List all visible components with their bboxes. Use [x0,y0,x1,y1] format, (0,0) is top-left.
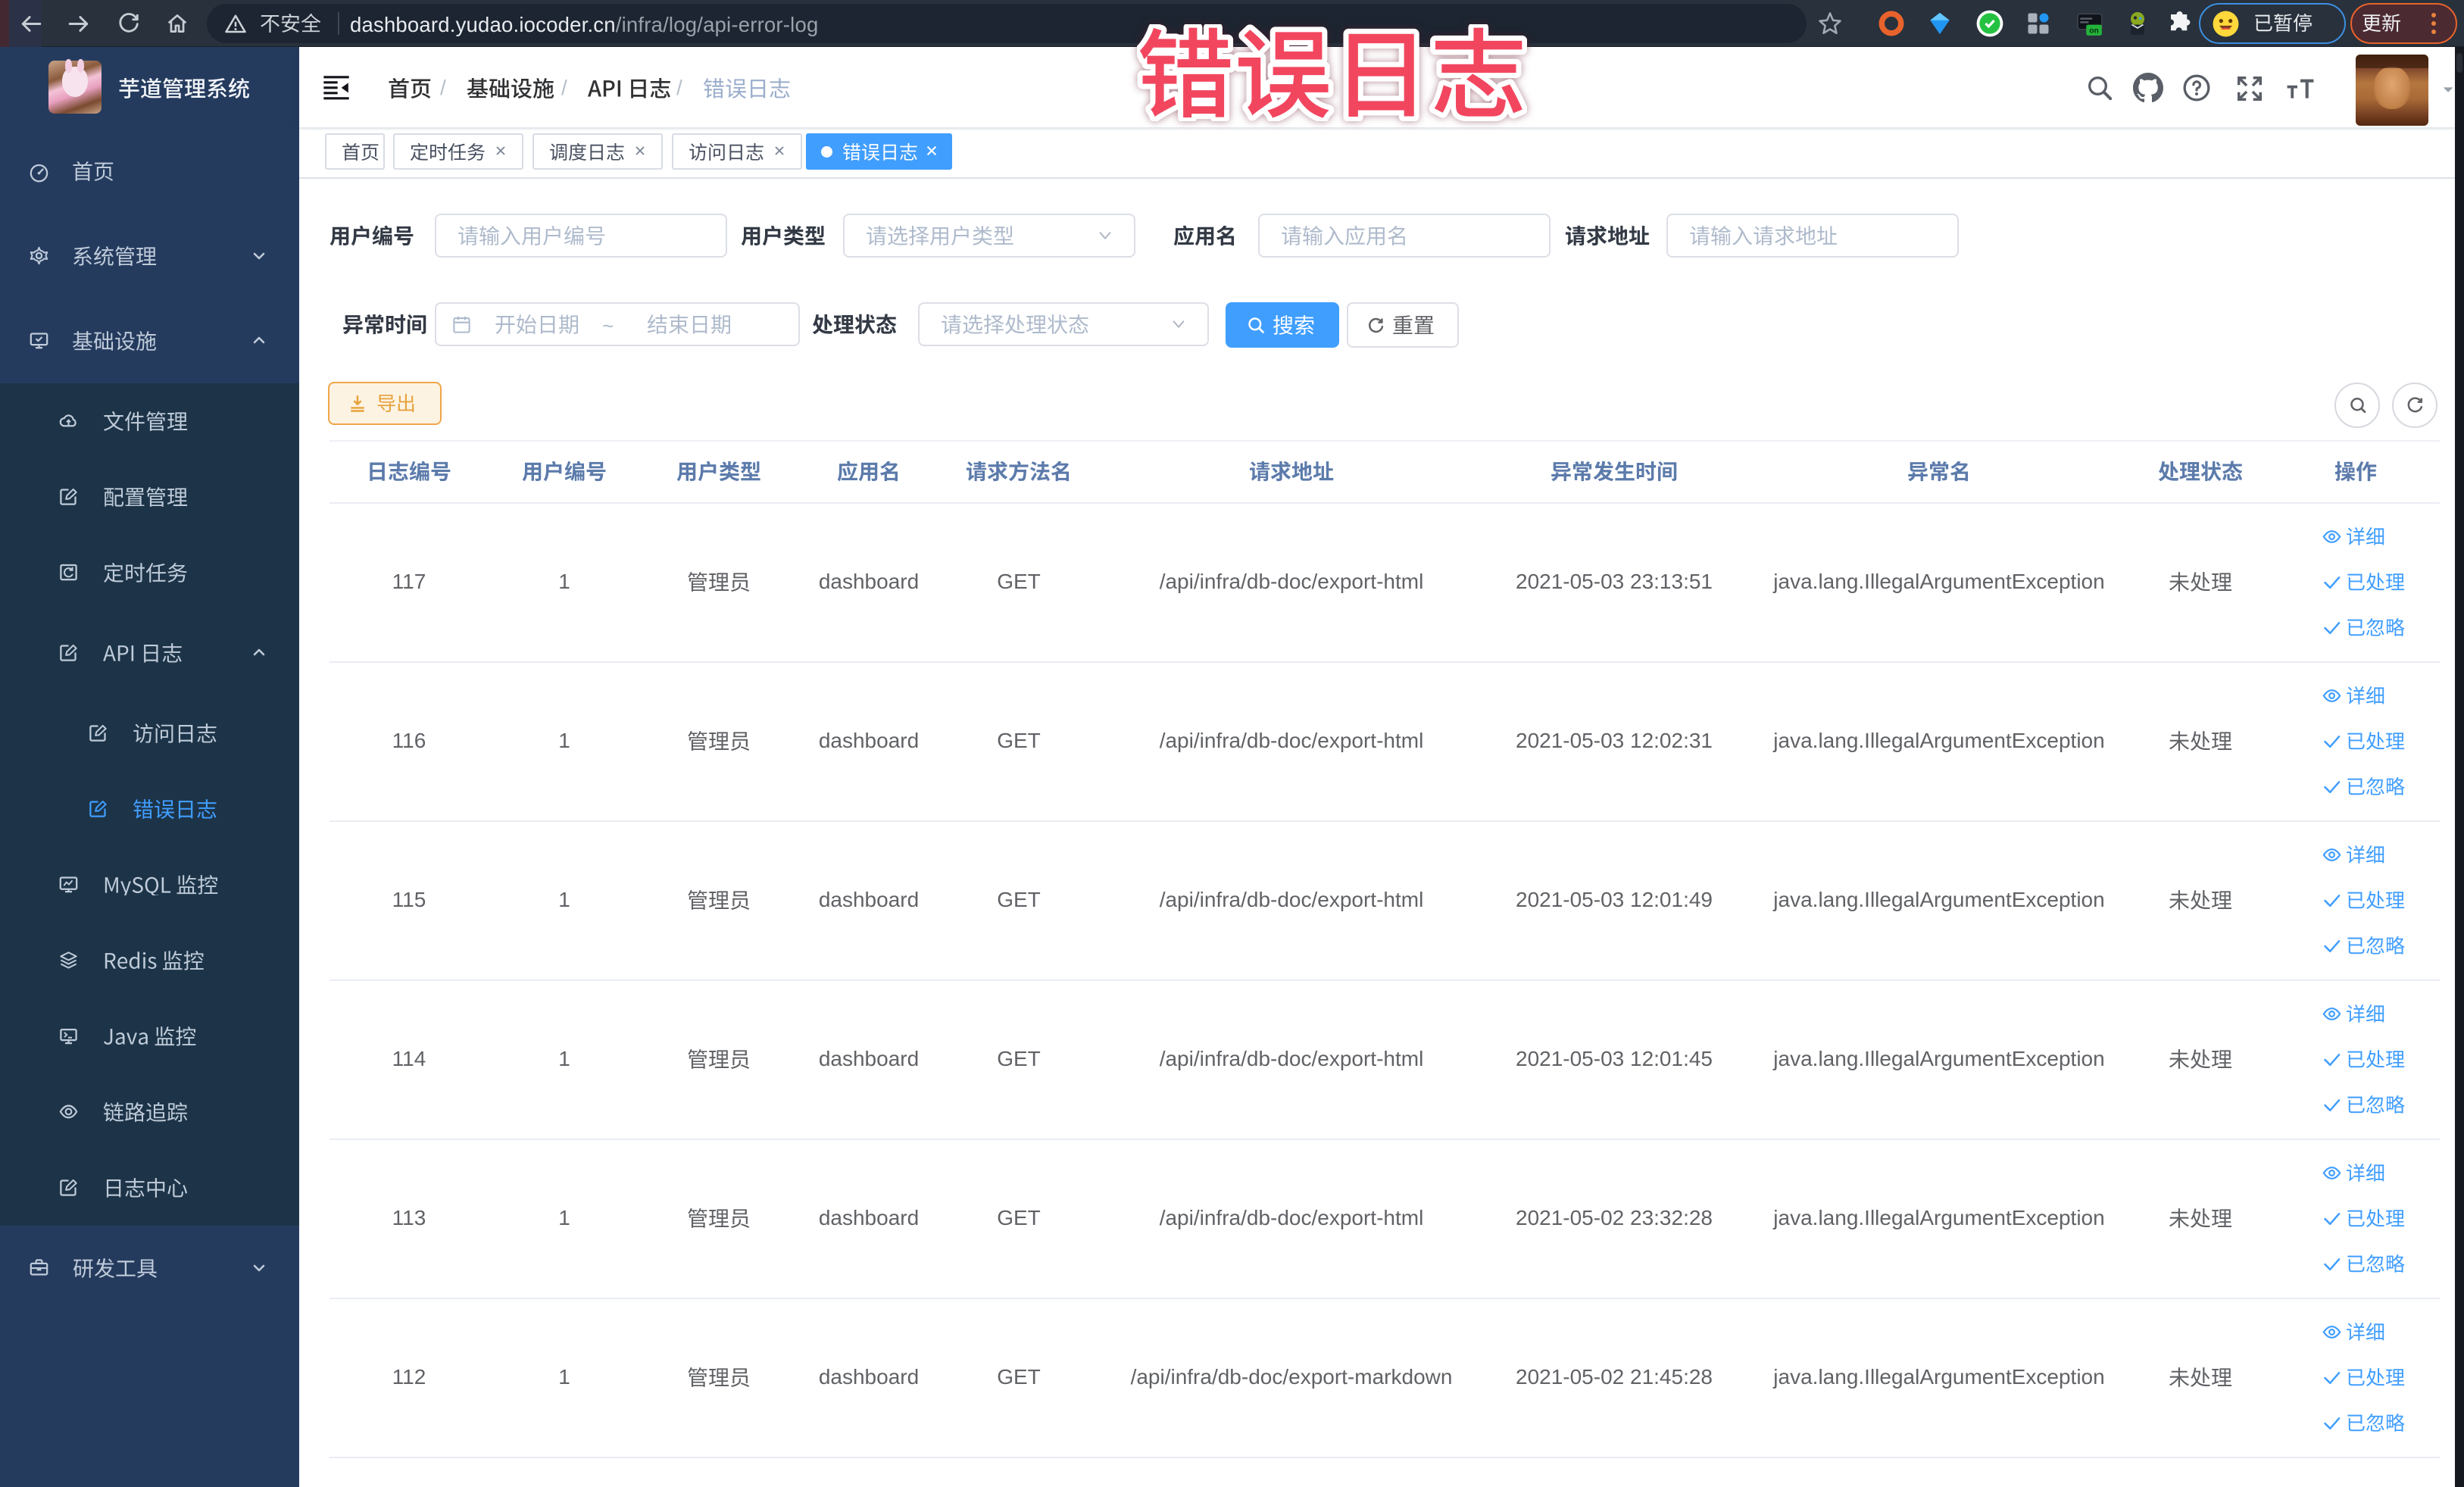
svg-text:on: on [2089,27,2099,36]
